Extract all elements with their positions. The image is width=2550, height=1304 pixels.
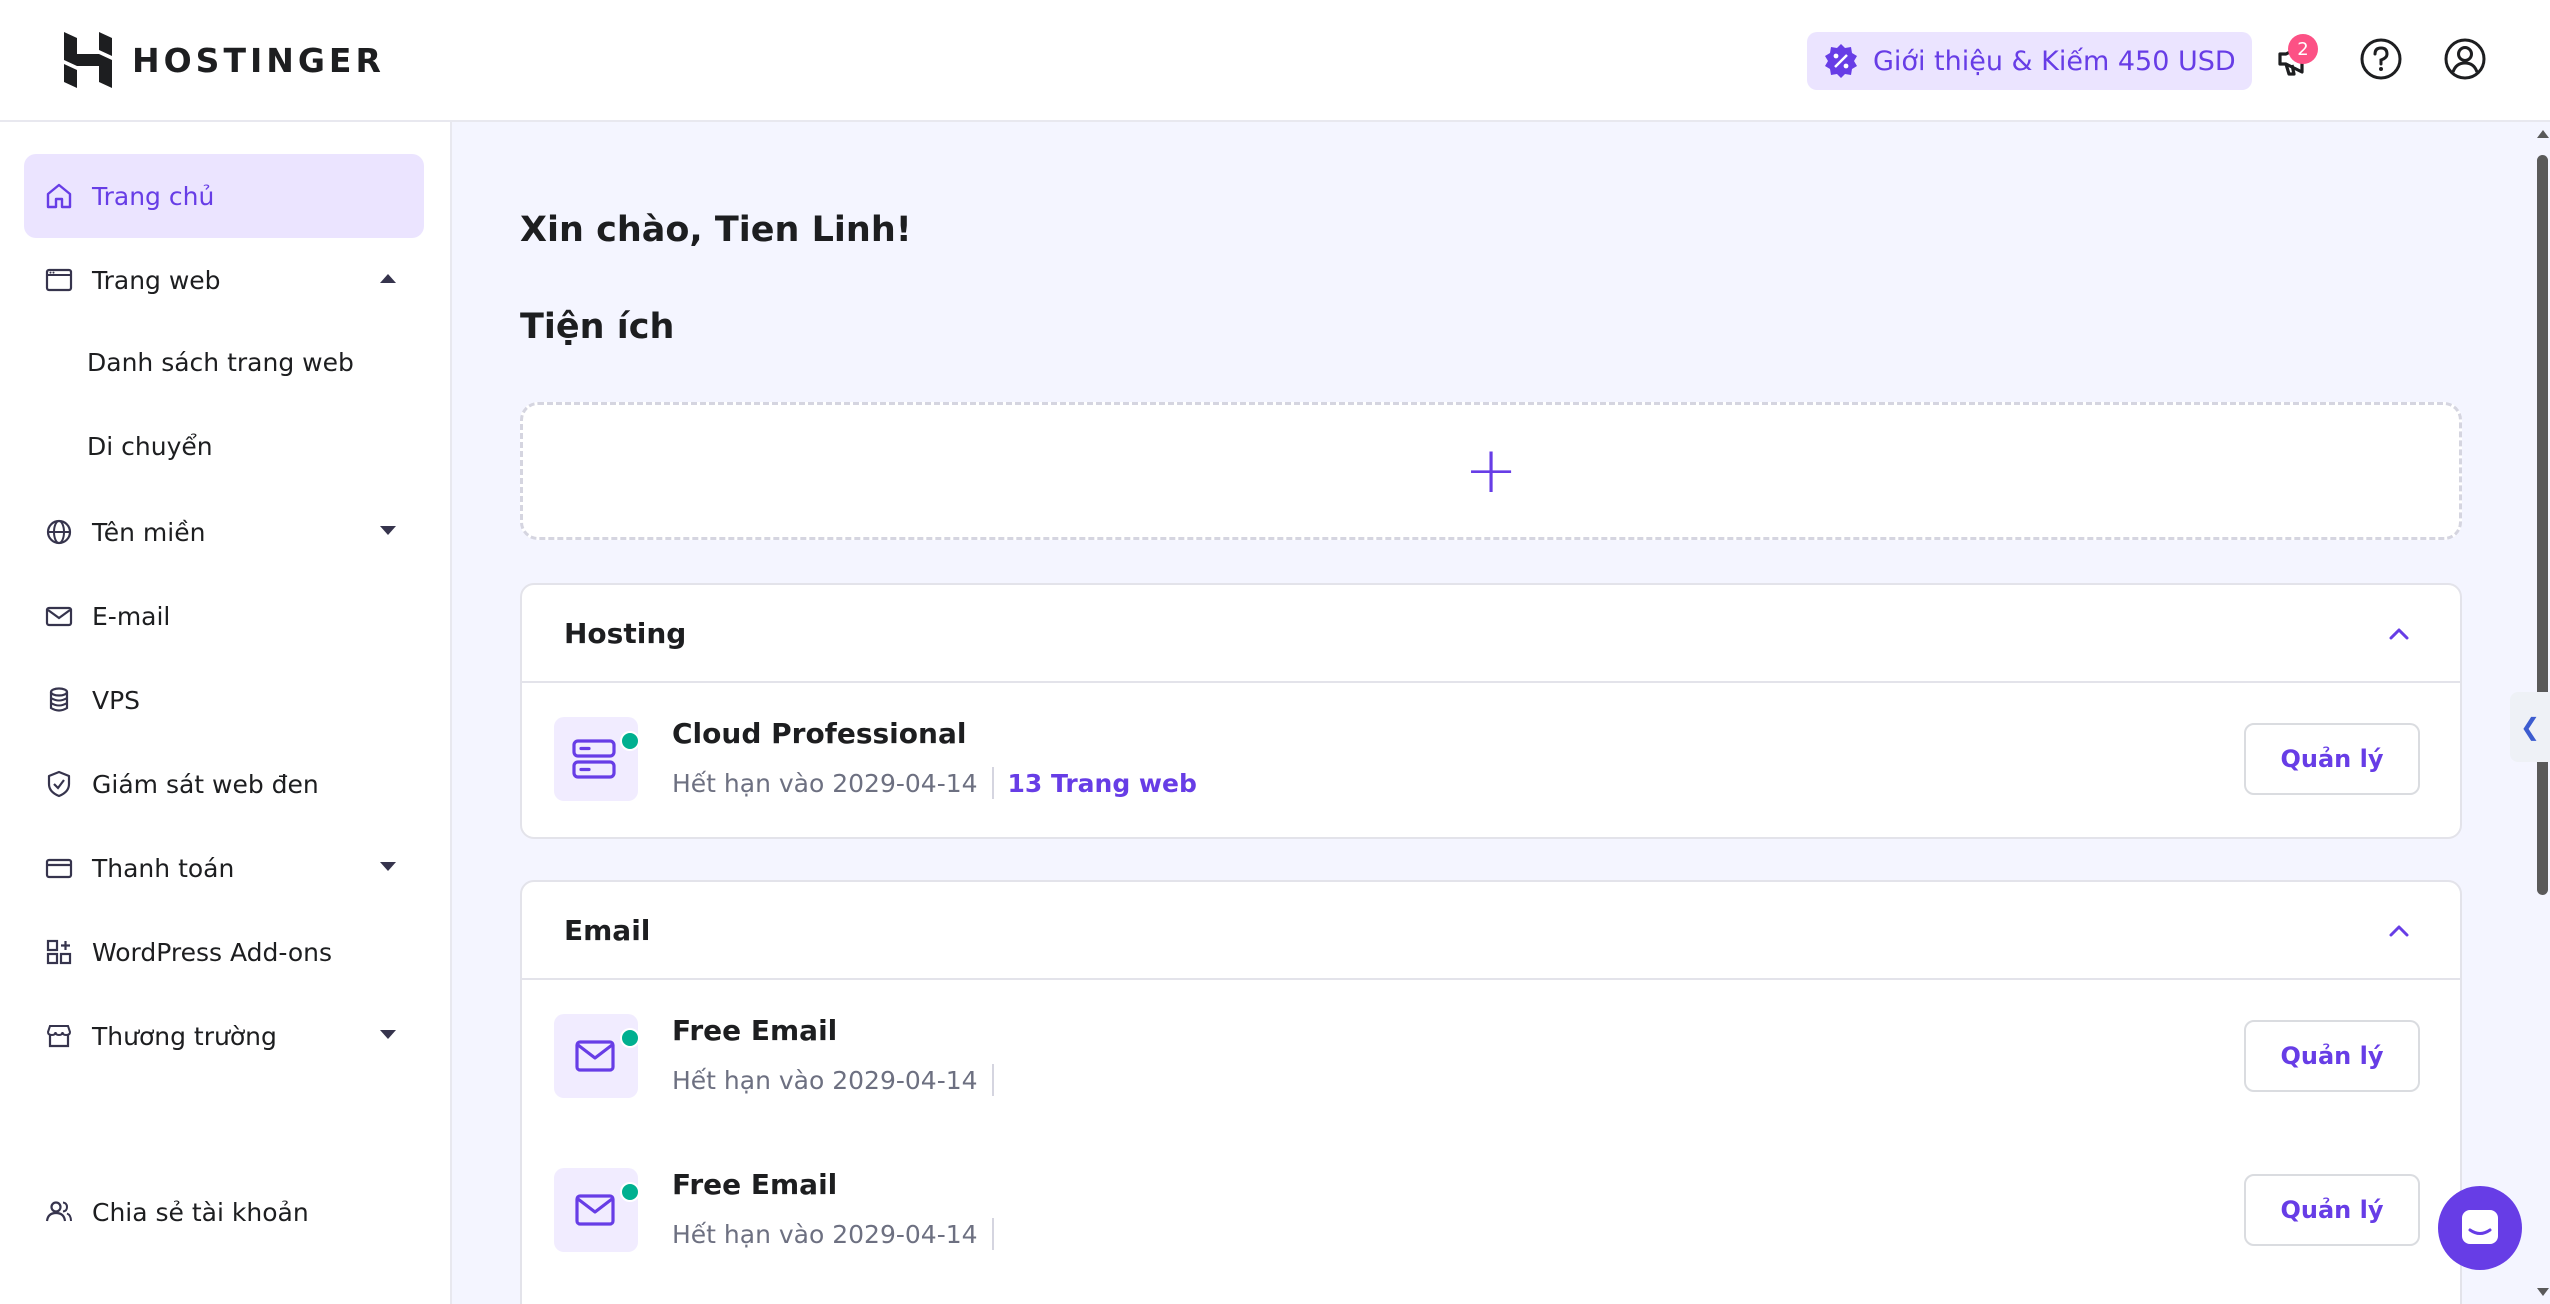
manage-button[interactable]: Quản lý [2244,1020,2420,1092]
envelope-icon [575,1040,615,1072]
email-card-header[interactable]: Email [522,882,2460,980]
browser-window-icon [45,268,73,292]
service-icon [554,1168,640,1252]
sidebar-item-label: Trang chủ [92,181,215,211]
sidebar-item-label: Thương trường [92,1021,277,1051]
globe-icon [46,519,72,545]
hostinger-logo-icon [64,32,112,88]
sidebar-item-account-sharing[interactable]: Chia sẻ tài khoản [24,1170,424,1254]
referral-label: Giới thiệu & Kiếm 450 USD [1873,45,2236,77]
sidebar-item-wordpress-addons[interactable]: WordPress Add-ons [24,910,424,994]
add-widget-button[interactable]: + [520,402,2462,540]
sidebar-item-label: VPS [92,685,141,715]
sidebar-item-home[interactable]: Trang chủ [24,154,424,238]
divider [991,1218,994,1250]
expiry-date: Hết hạn vào 2029-04-14 [672,1219,978,1249]
sidebar-item-dark-web-monitor[interactable]: Giám sát web đen [24,742,424,826]
manage-button[interactable]: Quản lý [2244,1174,2420,1246]
sidebar-item-label: Thanh toán [92,853,235,883]
home-icon [46,183,72,209]
scrollbar-thumb[interactable] [2537,155,2548,895]
plus-icon: + [1464,434,1518,508]
chevron-up-icon[interactable] [2388,623,2410,645]
chevron-down-icon [380,1030,396,1039]
scroll-up-arrow-icon[interactable] [2537,130,2549,138]
service-meta: Hết hạn vào 2029-04-14 [672,1218,1008,1250]
chat-launcher-button[interactable] [2438,1186,2522,1270]
email-card: Email Free Email Hết hạn vào 2029-04-14 … [520,880,2462,1304]
discount-badge-icon [1825,44,1857,78]
scroll-down-arrow-icon[interactable] [2537,1288,2549,1296]
chevron-up-icon [380,274,396,283]
logo-text: HOSTINGER [132,40,385,80]
sidebar-subitem-migration[interactable]: Di chuyển [87,421,213,471]
sidebar: Trang chủ Trang web Danh sách trang web … [0,122,452,1304]
database-icon [49,687,69,712]
sidebar-subitem-website-list[interactable]: Danh sách trang web [87,337,354,387]
chevron-down-icon [380,526,396,535]
sidebar-item-marketplace[interactable]: Thương trường [24,994,424,1078]
referral-button[interactable]: Giới thiệu & Kiếm 450 USD [1807,32,2252,90]
sidebar-item-domains[interactable]: Tên miền [24,490,424,574]
users-icon [45,1201,72,1222]
service-icon [554,1014,640,1098]
notification-badge: 2 [2288,34,2318,64]
sidebar-item-vps[interactable]: VPS [24,658,424,742]
sidebar-item-label: Trang web [92,265,221,295]
hostinger-logo[interactable]: HOSTINGER [64,32,385,88]
service-name: Cloud Professional [672,717,967,750]
status-active-dot [620,1028,640,1048]
sidebar-item-label: E-mail [92,601,171,631]
divider [991,767,994,799]
sidebar-item-label: Tên miền [92,517,206,547]
websites-count-link[interactable]: 13 Trang web [1008,769,1197,798]
chat-icon [2462,1210,2498,1244]
status-active-dot [620,731,640,751]
card-title: Hosting [564,616,687,650]
status-active-dot [620,1182,640,1202]
hosting-card-header[interactable]: Hosting [522,585,2460,683]
sidebar-item-label: Chia sẻ tài khoản [92,1197,309,1227]
envelope-icon [45,606,73,627]
card-title: Email [564,913,651,947]
chevron-down-icon [380,862,396,871]
sidebar-item-label: Giám sát web đen [92,769,319,799]
addons-grid-icon [46,939,72,965]
shield-check-icon [47,770,71,798]
page-greeting: Xin chào, Tien Linh! [520,210,912,250]
credit-card-icon [45,858,73,879]
divider [991,1064,994,1096]
service-row: Free Email Hết hạn vào 2029-04-14 Quản l… [522,980,2460,1134]
server-icon [572,739,616,779]
hosting-card: Hosting Cloud Professional Hết hạn vào 2… [520,583,2462,839]
service-icon [554,717,640,801]
manage-button[interactable]: Quản lý [2244,723,2420,795]
store-icon [46,1025,72,1048]
chevron-left-icon: ❮ [2519,713,2541,741]
sidebar-item-label: WordPress Add-ons [92,937,333,967]
service-meta: Hết hạn vào 2029-04-14 13 Trang web [672,767,1197,799]
side-panel-toggle[interactable]: ❮ [2510,692,2550,762]
service-name: Free Email [672,1168,838,1201]
service-row: Free Email Hết hạn vào 2029-04-14 Quản l… [522,1134,2460,1288]
service-name: Free Email [672,1014,838,1047]
envelope-icon [575,1194,615,1226]
service-meta: Hết hạn vào 2029-04-14 [672,1064,1008,1096]
service-row: Cloud Professional Hết hạn vào 2029-04-1… [522,683,2460,837]
expiry-date: Hết hạn vào 2029-04-14 [672,1065,978,1095]
section-title: Tiện ích [520,307,675,347]
expiry-date: Hết hạn vào 2029-04-14 [672,768,978,798]
top-header: HOSTINGER Giới thiệu & Kiếm 450 USD 2 [0,0,2550,122]
account-icon[interactable] [2442,36,2488,82]
sidebar-item-websites[interactable]: Trang web [24,238,424,322]
help-icon[interactable] [2358,36,2404,82]
sidebar-item-email[interactable]: E-mail [24,574,424,658]
sidebar-item-billing[interactable]: Thanh toán [24,826,424,910]
chevron-up-icon[interactable] [2388,920,2410,942]
